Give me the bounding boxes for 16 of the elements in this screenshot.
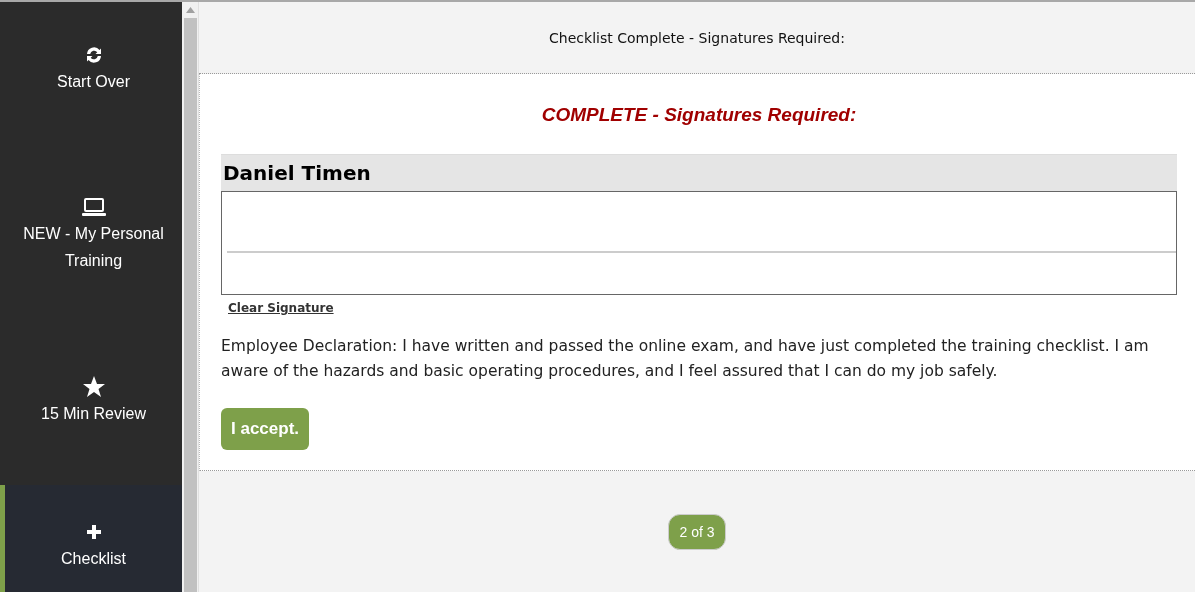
sidebar-item[interactable]: NEW - My Personal Training	[0, 152, 182, 332]
signer-name: Daniel Timen	[221, 154, 1177, 191]
signature-pad[interactable]	[221, 191, 1177, 295]
status-heading: COMPLETE - Signatures Required:	[540, 104, 858, 126]
star-icon	[81, 375, 106, 399]
sidebar-item[interactable]: 15 Min Review	[0, 332, 182, 485]
page-indicator: 2 of 3	[668, 514, 726, 550]
plus-icon	[86, 525, 101, 539]
sidebar-item[interactable]: Start Over	[0, 2, 182, 152]
clear-signature-link[interactable]: Clear Signature	[228, 301, 334, 315]
declaration-text: Employee Declaration: I have written and passed the online exam, and have just completed the training checklist. I am aware of the hazards and basic operating procedures, and I feel assured that I can do my job safely.	[221, 336, 1150, 382]
laptop-icon	[80, 197, 107, 217]
scrollbar[interactable]	[182, 2, 199, 592]
sidebar-item[interactable]: Checklist	[0, 485, 182, 592]
scroll-up-icon[interactable]	[185, 7, 195, 13]
page-title: Checklist Complete - Signatures Required:	[549, 29, 845, 46]
